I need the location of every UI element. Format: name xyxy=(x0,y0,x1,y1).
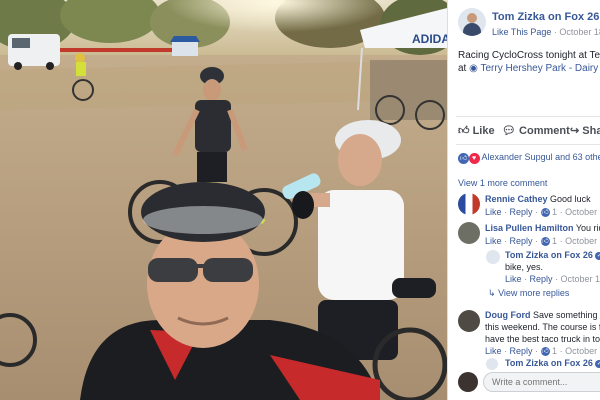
post-at: at xyxy=(458,63,467,74)
share-button[interactable]: ↪ Sha xyxy=(570,124,600,137)
comment-text-continued: this weekend. The course is fant xyxy=(485,322,600,332)
photo-illustration: ADIDA xyxy=(0,0,447,400)
thumbs-up-icon: 👍︎ xyxy=(458,125,470,137)
comment-reply-link[interactable]: Reply xyxy=(510,346,533,356)
verified-badge-icon: ✓ xyxy=(595,359,600,368)
reply-avatar[interactable] xyxy=(486,358,498,370)
comment-like-link[interactable]: Like xyxy=(485,346,502,356)
view-more-comments-link[interactable]: View 1 more comment xyxy=(458,178,547,188)
reply-avatar[interactable] xyxy=(486,250,500,264)
reactions-summary[interactable]: Alexander Supgul and 63 others xyxy=(482,152,600,162)
post-location-link[interactable]: Terry Hershey Park - Dairy As xyxy=(480,63,600,74)
like-page-link[interactable]: Like This Page xyxy=(492,27,551,37)
tent-lettering: ADIDA xyxy=(412,32,447,46)
reply-arrow-icon: ↳ xyxy=(488,288,496,298)
comment-text: You riding xyxy=(575,223,600,233)
comment-text: Save something fo xyxy=(533,310,600,320)
commenter-avatar[interactable] xyxy=(458,222,480,244)
post-date[interactable]: October 18 xyxy=(559,27,600,37)
comment-like-link[interactable]: Like xyxy=(485,207,502,217)
love-reaction-icon: ♥ xyxy=(468,153,480,164)
verified-badge-icon: ✓ xyxy=(595,251,600,260)
comment-author[interactable]: Doug Ford xyxy=(485,310,531,320)
location-pin-icon: ◉ xyxy=(469,63,478,74)
comment-date[interactable]: October 18 xyxy=(565,346,600,356)
comment-like-count-icon: 👍︎ xyxy=(540,347,550,357)
comment-reply-link[interactable]: Reply xyxy=(510,236,533,246)
post-author[interactable]: Tom Zizka on Fox 26 xyxy=(492,11,599,23)
like-reaction-icon: 👍︎ xyxy=(458,153,469,164)
view-more-replies-link[interactable]: View more replies xyxy=(498,288,569,298)
reply-text-continued: bike, yes. xyxy=(505,262,544,272)
post-text: Racing CycloCross tonight at Terry xyxy=(458,50,600,61)
comment-like-count-icon: 👍︎ xyxy=(540,208,550,218)
current-user-avatar xyxy=(458,372,478,392)
comment-text: Good luck xyxy=(550,194,591,204)
reply-author[interactable]: Tom Zizka on Fox 26 xyxy=(505,358,593,368)
like-button[interactable]: 👍︎ Like xyxy=(458,124,495,137)
comment-icon: 💬︎ xyxy=(502,125,516,137)
comment-input[interactable] xyxy=(483,372,600,392)
comment-author[interactable]: Rennie Cathey xyxy=(485,194,548,204)
post-sidebar: Tom Zizka on Fox 26 ✓ Like This Page · O… xyxy=(447,0,600,400)
comment-date[interactable]: October 18 xyxy=(565,236,600,246)
comment-like-count: 1 xyxy=(552,236,558,246)
page-avatar[interactable] xyxy=(458,8,486,36)
share-icon: ↪ xyxy=(570,125,580,137)
reply-author[interactable]: Tom Zizka on Fox 26 xyxy=(505,250,593,260)
comment-button[interactable]: 💬︎ Comment xyxy=(502,124,570,137)
commenter-avatar[interactable] xyxy=(458,310,480,332)
comment-text-continued: have the best taco truck in town. xyxy=(485,334,600,344)
reply-date[interactable]: October 18 a xyxy=(561,274,600,284)
comment-like-link[interactable]: Like xyxy=(485,236,502,246)
commenter-avatar[interactable] xyxy=(458,193,480,215)
comment-reply-link[interactable]: Reply xyxy=(510,207,533,217)
comment-like-count: 1 xyxy=(552,207,558,217)
reply-reply-link[interactable]: Reply xyxy=(530,274,553,284)
post-photo[interactable]: ADIDA xyxy=(0,0,447,400)
comment-date[interactable]: October 18 xyxy=(565,207,600,217)
comment-author[interactable]: Lisa Pullen Hamilton xyxy=(485,223,574,233)
reply-like-link[interactable]: Like xyxy=(505,274,522,284)
comment-like-count-icon: 👍︎ xyxy=(540,237,550,247)
comment-like-count: 1 xyxy=(552,346,558,356)
